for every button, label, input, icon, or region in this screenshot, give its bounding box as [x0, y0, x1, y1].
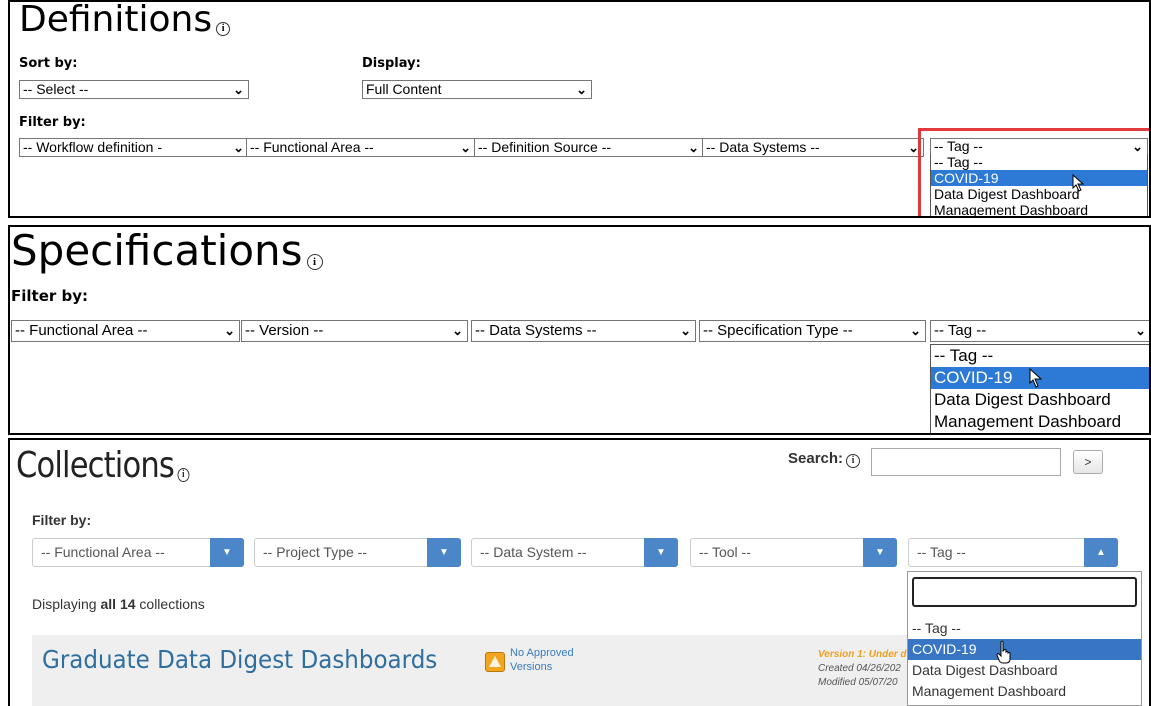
tag-option[interactable]: -- Tag -- [931, 154, 1147, 170]
specifications-panel: Specifications i Filter by: -- Functional… [8, 225, 1151, 435]
sort-label: Sort by: [19, 56, 78, 71]
chevron-down-icon: ⌄ [688, 140, 699, 155]
tag-option-selected[interactable]: COVID-19 [908, 639, 1141, 660]
functional-area-select[interactable]: -- Functional Area -- ⌄ [11, 320, 240, 342]
tag-option[interactable]: Data Digest Dashboard [931, 389, 1149, 411]
display-label: Display: [362, 56, 421, 71]
chevron-down-icon: ⌄ [224, 323, 235, 338]
hand-pointer-icon [996, 640, 1011, 664]
filter-label: Filter by: [11, 287, 89, 305]
chevron-down-icon: ⌄ [910, 323, 921, 338]
tag-option-selected[interactable]: COVID-19 [931, 170, 1147, 186]
tag-option[interactable]: Data Digest Dashboard [908, 660, 1141, 681]
functional-area-select[interactable]: -- Functional Area -- ⌄ [246, 138, 476, 157]
definition-source-select[interactable]: -- Definition Source -- ⌄ [474, 138, 704, 157]
collections-title: Collections i [16, 443, 190, 489]
version-info: Version 1: Under d Created 04/26/202 Mod… [818, 649, 907, 688]
info-icon[interactable]: i [177, 468, 190, 482]
definitions-panel: Definitions i Sort by: -- Select -- ⌄ Disp… [8, 0, 1151, 218]
dropdown-button[interactable]: ▼ [427, 538, 461, 567]
dropdown-button[interactable]: ▼ [644, 538, 678, 567]
tag-option[interactable]: -- Tag -- [908, 618, 1141, 639]
info-icon[interactable]: i [306, 254, 323, 270]
chevron-down-icon: ⌄ [1132, 139, 1143, 154]
search-button[interactable]: > [1073, 450, 1103, 474]
data-systems-select[interactable]: -- Data Systems -- ⌄ [702, 138, 924, 157]
search-label: Search: i [788, 450, 861, 468]
tag-option[interactable]: Management Dashboard [931, 202, 1147, 216]
collection-title[interactable]: Graduate Data Digest Dashboards [42, 645, 437, 674]
data-system-select[interactable]: -- Data System -- ▼ [471, 538, 678, 567]
approval-status[interactable]: No Approved Versions [510, 646, 574, 674]
tag-select[interactable]: -- Tag -- ⌄ [930, 320, 1149, 342]
workflow-definition-select[interactable]: -- Workflow definition - ⌄ [19, 138, 249, 157]
chevron-down-icon: ⌄ [233, 82, 244, 97]
info-icon[interactable]: i [846, 454, 861, 468]
tool-select[interactable]: -- Tool -- ▼ [690, 538, 897, 567]
display-select[interactable]: Full Content ⌄ [362, 80, 592, 99]
functional-area-select[interactable]: -- Functional Area -- ▼ [32, 538, 244, 567]
mouse-pointer-icon [1072, 174, 1085, 192]
info-icon[interactable]: i [216, 22, 231, 36]
search-input[interactable] [871, 448, 1061, 476]
sort-select[interactable]: -- Select -- ⌄ [19, 80, 249, 99]
dropdown-button[interactable]: ▼ [210, 538, 244, 567]
tag-select[interactable]: -- Tag -- ▲ [908, 538, 1118, 567]
definitions-title: Definitions i [19, 2, 231, 42]
dropdown-button[interactable]: ▲ [1084, 538, 1118, 567]
chevron-down-icon: ⌄ [460, 140, 471, 155]
mouse-pointer-icon [1029, 368, 1043, 388]
filter-label: Filter by: [19, 115, 86, 130]
dropdown-button[interactable]: ▼ [863, 538, 897, 567]
chevron-down-icon: ⌄ [576, 82, 587, 97]
chevron-down-icon: ⌄ [1135, 323, 1146, 338]
tag-option[interactable]: Management Dashboard [931, 411, 1149, 433]
specifications-title: Specifications i [11, 227, 323, 277]
tag-option[interactable]: -- Tag -- [931, 345, 1149, 367]
filter-label: Filter by: [32, 512, 92, 528]
data-systems-select[interactable]: -- Data Systems -- ⌄ [471, 320, 696, 342]
displaying-count: Displaying all 14 collections [32, 596, 205, 612]
tag-select[interactable]: -- Tag -- ⌄ [930, 138, 1148, 155]
tag-dropdown-list: -- Tag -- COVID-19 Data Digest Dashboard… [930, 344, 1149, 433]
collections-panel: Collections i Search: i > Filter by: -- Fu… [8, 438, 1151, 706]
chevron-down-icon: ⌄ [680, 323, 691, 338]
tag-dropdown-list: -- Tag -- COVID-19 Data Digest Dashboard… [930, 154, 1148, 216]
chevron-down-icon: ⌄ [452, 323, 463, 338]
chevron-down-icon: ⌄ [233, 140, 244, 155]
tag-option[interactable]: Data Digest Dashboard [931, 186, 1147, 202]
warning-icon [485, 652, 505, 672]
tag-option[interactable]: Management Dashboard [908, 681, 1141, 702]
version-select[interactable]: -- Version -- ⌄ [241, 320, 468, 342]
tag-search-input[interactable] [912, 577, 1137, 607]
project-type-select[interactable]: -- Project Type -- ▼ [254, 538, 461, 567]
specification-type-select[interactable]: -- Specification Type -- ⌄ [699, 320, 926, 342]
tag-dropdown-list: -- Tag -- COVID-19 Data Digest Dashboard… [907, 571, 1142, 706]
